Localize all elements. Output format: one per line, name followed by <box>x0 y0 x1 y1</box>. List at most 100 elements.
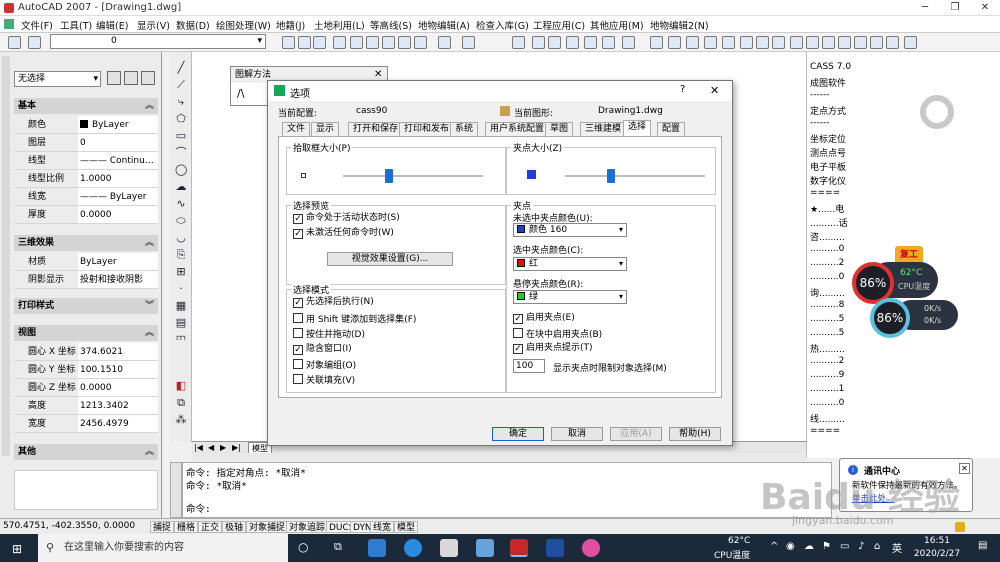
quick-select-button[interactable] <box>141 71 155 85</box>
prop-row[interactable]: 圆心 X 坐标 374.6021 <box>14 343 158 361</box>
menu-view[interactable]: 显示(V) <box>137 18 170 32</box>
command-prompt[interactable]: 命令: <box>186 501 211 515</box>
tab-next-icon[interactable]: ▶ <box>220 443 226 452</box>
menu-feature-edit2[interactable]: 地物编辑2(N) <box>650 18 709 32</box>
windows-start-icon[interactable]: ⊞ <box>12 542 22 556</box>
fillet-icon[interactable] <box>870 36 883 49</box>
cpu-gauge[interactable]: 86% <box>870 298 910 338</box>
prop-row[interactable]: 颜色 ByLayer <box>14 116 158 134</box>
close-icon[interactable]: ✕ <box>959 463 970 474</box>
grips-in-blocks-checkbox[interactable]: 在块中启用夹点(B) <box>513 328 602 341</box>
app-icon[interactable] <box>476 539 494 557</box>
undo-icon[interactable] <box>438 36 451 49</box>
section-basic[interactable]: 基本 ︽ <box>14 98 158 114</box>
toggle-pickadd-button[interactable] <box>107 71 121 85</box>
line-icon[interactable] <box>806 36 819 49</box>
prop-row[interactable]: 宽度 2456.4979 <box>14 415 158 433</box>
gripsize-slider-thumb[interactable] <box>607 169 616 183</box>
network-icon[interactable]: ⌂ <box>874 541 880 552</box>
menu-tools[interactable]: 工具(T) <box>60 18 92 32</box>
redo-icon[interactable] <box>462 36 475 49</box>
trim-icon[interactable] <box>602 36 615 49</box>
ime-indicator[interactable]: 英 <box>892 540 902 555</box>
layer-combo[interactable]: 0 ▾ <box>50 34 266 49</box>
tab-prev-icon[interactable]: ◀ <box>208 443 214 452</box>
help-button[interactable]: 帮助(H) <box>669 427 721 441</box>
prop-row[interactable]: 线型比例 1.0000 <box>14 170 158 188</box>
tab-display[interactable]: 显示 <box>311 122 340 136</box>
open-icon[interactable] <box>282 36 295 49</box>
point-icon[interactable]: · <box>175 283 187 295</box>
rectangle-icon[interactable]: ▭ <box>175 130 187 142</box>
spline-icon[interactable]: ∿ <box>175 198 187 210</box>
array-icon[interactable]: ⁂ <box>175 414 187 426</box>
associative-hatch-checkbox[interactable]: 关联填充(V) <box>293 374 355 387</box>
palette-grip[interactable] <box>2 56 10 456</box>
prop-row[interactable]: 线宽 ——— ByLayer <box>14 188 158 206</box>
zoom-out-icon[interactable] <box>414 36 427 49</box>
menu-contour[interactable]: 等高线(S) <box>370 18 412 32</box>
line-icon[interactable]: ╱ <box>175 62 187 74</box>
tab-system[interactable]: 系统 <box>450 122 479 136</box>
tab-drafting[interactable]: 草图 <box>545 122 574 136</box>
edit-icon[interactable] <box>532 36 545 49</box>
section-3d[interactable]: 三维效果 ︽ <box>14 235 158 251</box>
gripsize-slider-track[interactable] <box>565 175 705 177</box>
shift-add-checkbox[interactable]: 用 Shift 键添加到选择集(F) <box>293 313 416 326</box>
circle-icon[interactable]: ◯ <box>175 164 187 176</box>
help-icon[interactable]: ? <box>680 84 685 95</box>
grip-limit-input[interactable]: 100 <box>513 359 545 373</box>
revcloud-icon[interactable]: ☁ <box>175 181 187 193</box>
copy-icon[interactable] <box>686 36 699 49</box>
grid-icon[interactable] <box>512 36 525 49</box>
select-objects-button[interactable] <box>124 71 138 85</box>
menu-check[interactable]: 检查入库(G) <box>476 18 529 32</box>
prop-row[interactable]: 线型 ——— Continu… <box>14 152 158 170</box>
store-icon[interactable] <box>368 539 386 557</box>
zoom-window-icon[interactable] <box>382 36 395 49</box>
task-view-icon[interactable]: ⧉ <box>334 540 342 554</box>
grid-toggle[interactable]: 栅格 <box>174 521 199 533</box>
offset-icon[interactable]: ⧉ <box>175 397 187 409</box>
prop-row[interactable]: 高度 1213.3402 <box>14 397 158 415</box>
polygon-icon[interactable]: ⬠ <box>175 113 187 125</box>
menu-item[interactable]: 数字化仪 <box>810 174 846 187</box>
tab-3d-modeling[interactable]: 三维建模 <box>580 122 627 136</box>
mirror-icon[interactable]: ◧ <box>175 380 187 392</box>
open-folder-icon[interactable] <box>298 36 311 49</box>
tray-cloud-icon[interactable]: ☁ <box>804 541 814 552</box>
menu-file[interactable]: 文件(F) <box>21 18 53 32</box>
volume-icon[interactable]: ♪ <box>858 541 864 552</box>
snap-toggle[interactable]: 捕捉 <box>150 521 175 533</box>
menu-feature-edit[interactable]: 地物编辑(A) <box>418 18 470 32</box>
tray-security-icon[interactable]: ⚑ <box>822 541 831 552</box>
ok-button[interactable]: 确定 <box>492 427 544 441</box>
tab-files[interactable]: 文件 <box>282 122 311 136</box>
tab-selection[interactable]: 选择 <box>623 120 652 136</box>
prop-row[interactable]: 厚度 0.0000 <box>14 206 158 224</box>
node-icon[interactable] <box>566 36 579 49</box>
hover-color-select[interactable]: 绿 ▾ <box>513 290 627 304</box>
close-icon[interactable]: ✕ <box>710 84 719 97</box>
object-grouping-checkbox[interactable]: 对象编组(O) <box>293 359 356 372</box>
ellipse-icon[interactable]: ⬭ <box>175 215 187 227</box>
grip-tips-checkbox[interactable]: ✓ 启用夹点提示(T) <box>513 343 593 354</box>
pencil-icon[interactable] <box>333 36 346 49</box>
xline-icon[interactable]: ⟋ <box>175 79 187 91</box>
h-scrollbar[interactable] <box>192 453 806 461</box>
prop-row[interactable]: 阴影显示 投射和接收阴影 <box>14 271 158 289</box>
mirror-icon[interactable] <box>722 36 735 49</box>
selected-color-select[interactable]: 红 ▾ <box>513 257 627 271</box>
help-icon[interactable] <box>622 36 635 49</box>
layer-states-icon[interactable] <box>28 36 41 49</box>
menu-cadastre[interactable]: 地籍(J) <box>276 18 305 32</box>
break-icon[interactable] <box>584 36 597 49</box>
tab-profiles[interactable]: 配置 <box>657 122 686 136</box>
selection-combo[interactable]: 无选择 ▾ <box>14 71 101 87</box>
implied-window-checkbox[interactable]: ✓ 隐含窗口(I) <box>293 344 352 355</box>
preview-active-checkbox[interactable]: ✓ 命令处于活动状态时(S) <box>293 213 400 224</box>
section-print-style[interactable]: 打印样式 ︾ <box>14 298 158 314</box>
tab-open-save[interactable]: 打开和保存 <box>348 122 404 136</box>
polyline-icon[interactable]: ⤷ <box>175 96 187 108</box>
explode-icon[interactable] <box>790 36 803 49</box>
